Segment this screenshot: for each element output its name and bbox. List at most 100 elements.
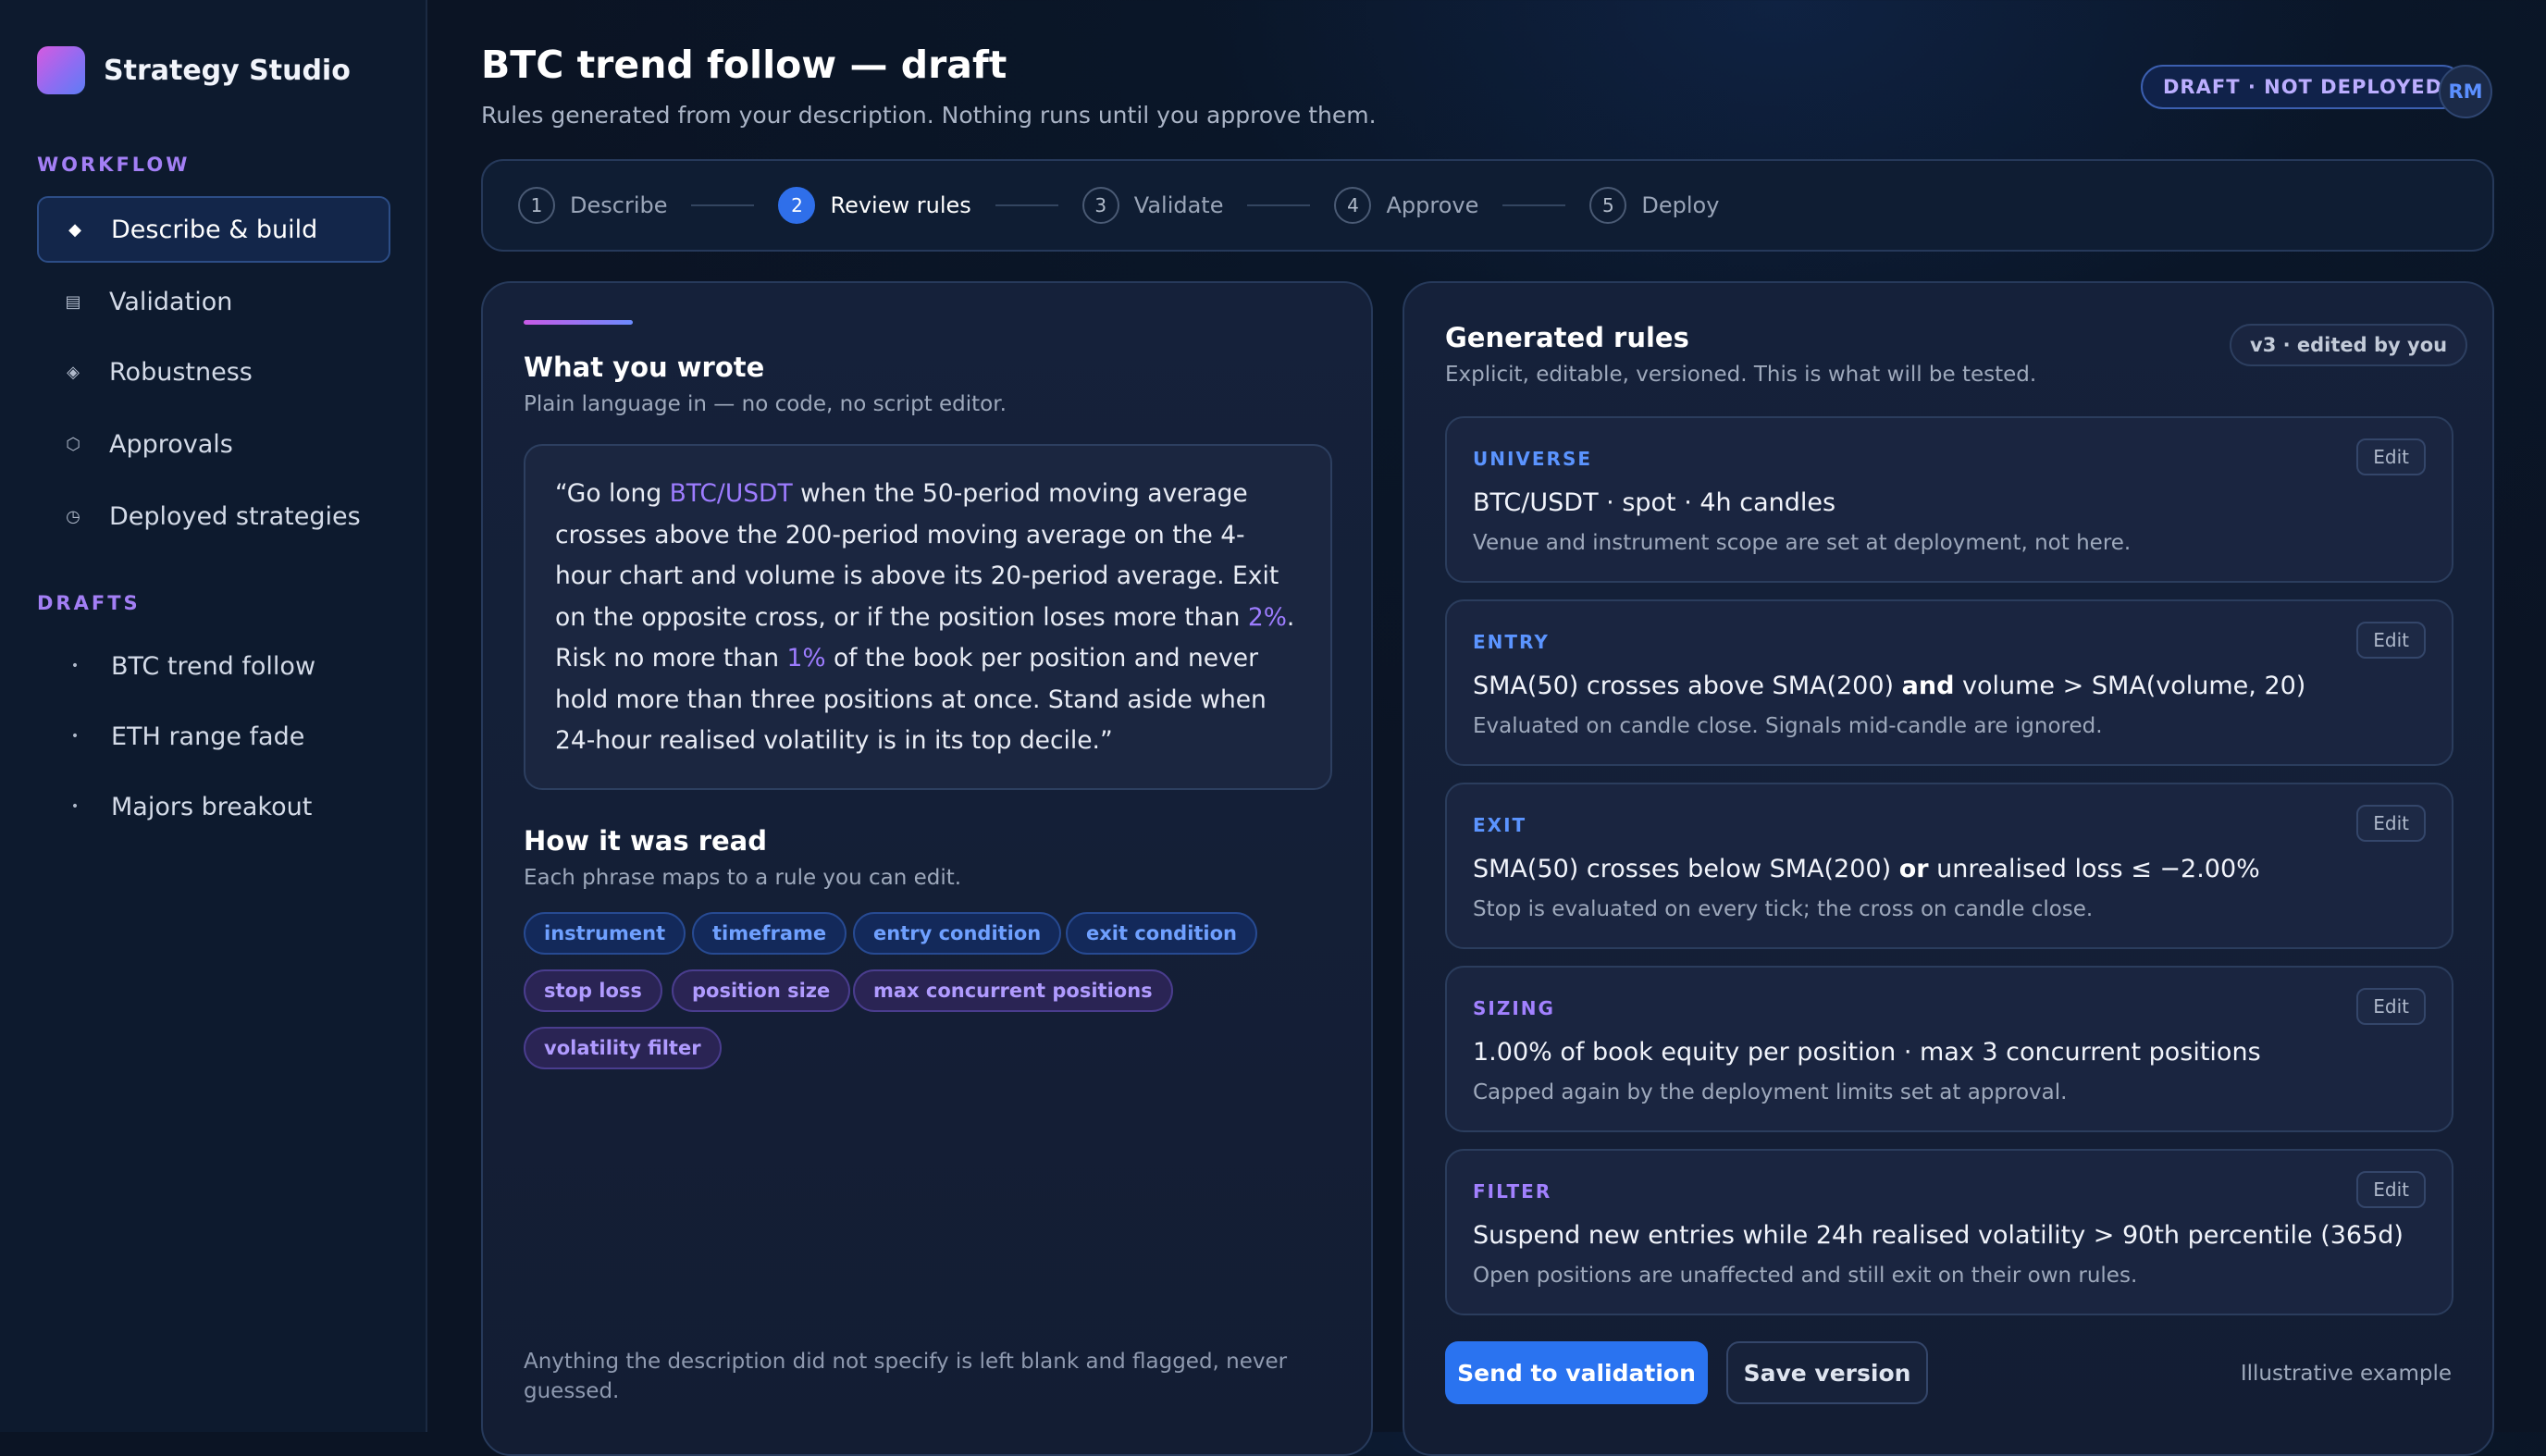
rule-text: Suspend new entries while 24h realised v… xyxy=(1473,1221,2404,1250)
diamond-icon: ◆ xyxy=(68,219,81,240)
sidebar-item-label: BTC trend follow xyxy=(111,651,316,681)
status-badge: DRAFT · NOT DEPLOYED xyxy=(2141,65,2466,109)
list-icon: ▤ xyxy=(65,291,81,312)
sidebar-item-label: Deployed strategies xyxy=(109,501,361,531)
step-describe[interactable]: 1 Describe xyxy=(518,187,667,224)
chip-instrument[interactable]: instrument xyxy=(524,912,686,955)
chip-position-size[interactable]: position size xyxy=(672,969,851,1012)
sidebar-item-label: Validation xyxy=(109,287,233,316)
accent-bar xyxy=(524,320,633,325)
what-you-wrote-heading: What you wrote xyxy=(524,352,765,383)
generated-rules-card: Generated rules Explicit, editable, vers… xyxy=(1403,281,2494,1456)
app-window: Strategy Studio WORKFLOW ◆ Describe & bu… xyxy=(0,0,2546,1456)
step-connector xyxy=(1502,204,1566,206)
step-number: 4 xyxy=(1334,187,1372,224)
step-number: 2 xyxy=(778,187,816,224)
sidebar-item-label: Majors breakout xyxy=(111,792,313,821)
edit-filter-button[interactable]: Edit xyxy=(2356,1171,2426,1208)
edit-sizing-button[interactable]: Edit xyxy=(2356,988,2426,1025)
how-it-was-read-subheading: Each phrase maps to a rule you can edit. xyxy=(524,866,962,890)
step-number: 1 xyxy=(518,187,555,224)
generated-rules-heading: Generated rules xyxy=(1445,322,1689,353)
sidebar-item-label: Robustness xyxy=(109,357,253,387)
sidebar-draft-btc-trend-follow[interactable]: • BTC trend follow xyxy=(37,633,390,699)
rule-label: SIZING xyxy=(1473,997,1555,1019)
page-title: BTC trend follow — draft xyxy=(481,43,1007,87)
step-approve[interactable]: 4 Approve xyxy=(1334,187,1478,224)
how-it-was-read-heading: How it was read xyxy=(524,825,767,857)
clock-icon: ◷ xyxy=(66,506,80,526)
quote-highlight-instrument: BTC/USDT xyxy=(669,479,793,508)
rule-text: SMA(50) crosses below SMA(200) or unreal… xyxy=(1473,855,2260,883)
step-number: 3 xyxy=(1081,187,1119,224)
rule-entry: ENTRY SMA(50) crosses above SMA(200) and… xyxy=(1445,599,2453,766)
illustrative-note: Illustrative example xyxy=(2240,1362,2452,1386)
strategy-description-quote[interactable]: “Go long BTC/USDT when the 50-period mov… xyxy=(524,444,1332,790)
rule-filter: FILTER Suspend new entries while 24h rea… xyxy=(1445,1149,2453,1315)
sidebar-item-approvals[interactable]: ⬡ Approvals xyxy=(37,411,390,477)
drafts-section-label: DRAFTS xyxy=(37,592,141,614)
edit-universe-button[interactable]: Edit xyxy=(2356,438,2426,475)
step-label: Review rules xyxy=(830,192,971,218)
sidebar: Strategy Studio WORKFLOW ◆ Describe & bu… xyxy=(0,0,427,1432)
save-version-button[interactable]: Save version xyxy=(1726,1341,1928,1404)
chip-volatility-filter[interactable]: volatility filter xyxy=(524,1027,722,1069)
rule-note: Evaluated on candle close. Signals mid-c… xyxy=(1473,714,2103,738)
description-card: What you wrote Plain language in — no co… xyxy=(481,281,1373,1456)
brand[interactable]: Strategy Studio xyxy=(37,46,351,94)
unspecified-footnote: Anything the description did not specify… xyxy=(524,1350,1288,1403)
step-label: Describe xyxy=(570,192,668,218)
rule-label: FILTER xyxy=(1473,1180,1552,1203)
rule-label: EXIT xyxy=(1473,814,1527,836)
chip-exit-condition[interactable]: exit condition xyxy=(1066,912,1258,955)
bullet-icon: • xyxy=(70,799,80,814)
sidebar-draft-eth-range-fade[interactable]: • ETH range fade xyxy=(37,703,390,770)
version-badge[interactable]: v3 · edited by you xyxy=(2230,324,2468,366)
sidebar-item-deployed-strategies[interactable]: ◷ Deployed strategies xyxy=(37,483,390,549)
step-label: Approve xyxy=(1386,192,1479,218)
chip-max-concurrent-positions[interactable]: max concurrent positions xyxy=(853,969,1173,1012)
step-review-rules[interactable]: 2 Review rules xyxy=(778,187,971,224)
rule-text: 1.00% of book equity per position · max … xyxy=(1473,1038,2261,1067)
edit-exit-button[interactable]: Edit xyxy=(2356,805,2426,842)
workflow-section-label: WORKFLOW xyxy=(37,154,191,176)
chip-stop-loss[interactable]: stop loss xyxy=(524,969,662,1012)
what-you-wrote-subheading: Plain language in — no code, no script e… xyxy=(524,392,1007,416)
rule-text: BTC/USDT · spot · 4h candles xyxy=(1473,488,1836,517)
rule-note: Venue and instrument scope are set at de… xyxy=(1473,531,2132,555)
step-connector xyxy=(995,204,1058,206)
avatar[interactable]: RM xyxy=(2439,65,2492,118)
step-connector xyxy=(691,204,755,206)
sidebar-draft-majors-breakout[interactable]: • Majors breakout xyxy=(37,773,390,840)
bullet-icon: • xyxy=(70,729,80,744)
send-to-validation-button[interactable]: Send to validation xyxy=(1445,1341,1708,1404)
quote-highlight-stop-loss: 2% xyxy=(1247,602,1287,632)
edit-entry-button[interactable]: Edit xyxy=(2356,622,2426,659)
sidebar-item-describe-build[interactable]: ◆ Describe & build xyxy=(37,196,390,263)
step-label: Validate xyxy=(1133,192,1224,218)
app-logo xyxy=(37,46,85,94)
rule-exit: EXIT SMA(50) crosses below SMA(200) or u… xyxy=(1445,783,2453,949)
step-validate[interactable]: 3 Validate xyxy=(1081,187,1224,224)
workflow-stepper: 1 Describe 2 Review rules 3 Validate 4 A… xyxy=(481,159,2494,252)
sidebar-item-label: ETH range fade xyxy=(111,722,305,751)
rule-universe: UNIVERSE BTC/USDT · spot · 4h candles Ve… xyxy=(1445,416,2453,583)
step-deploy[interactable]: 5 Deploy xyxy=(1589,187,1719,224)
step-connector xyxy=(1247,204,1311,206)
sidebar-item-robustness[interactable]: ◈ Robustness xyxy=(37,339,390,405)
chip-timeframe[interactable]: timeframe xyxy=(692,912,847,955)
quote-highlight-position-size: 1% xyxy=(786,644,826,672)
rule-note: Stop is evaluated on every tick; the cro… xyxy=(1473,897,2094,921)
app-name: Strategy Studio xyxy=(104,54,351,87)
layers-icon: ◈ xyxy=(67,362,80,382)
rule-label: ENTRY xyxy=(1473,631,1550,653)
sidebar-item-label: Approvals xyxy=(109,429,233,459)
bullet-icon: • xyxy=(70,659,80,673)
page-subtitle: Rules generated from your description. N… xyxy=(481,102,1377,129)
rule-note: Capped again by the deployment limits se… xyxy=(1473,1080,2068,1104)
sidebar-item-label: Describe & build xyxy=(111,215,318,244)
chip-entry-condition[interactable]: entry condition xyxy=(853,912,1062,955)
generated-rules-subheading: Explicit, editable, versioned. This is w… xyxy=(1445,363,2037,387)
sidebar-item-validation[interactable]: ▤ Validation xyxy=(37,268,390,335)
step-label: Deploy xyxy=(1641,192,1720,218)
